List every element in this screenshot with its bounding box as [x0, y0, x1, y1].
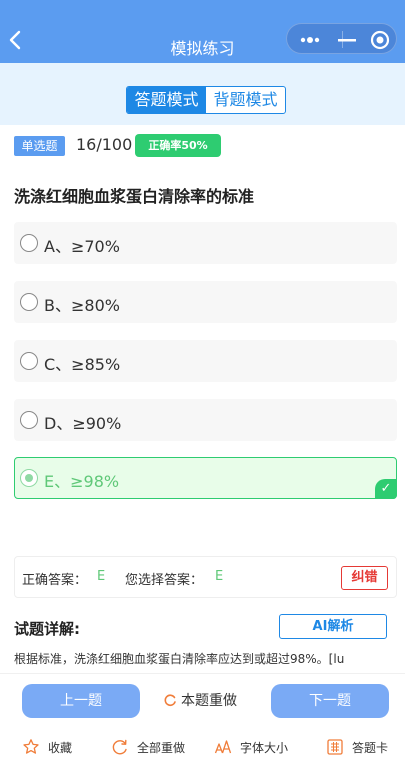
title-bar: 模拟练习 — [0, 0, 405, 63]
option-label: B、≥80% — [44, 296, 120, 315]
correct-answer-label: 正确答案： — [22, 573, 88, 588]
option-label: E、≥98% — [44, 472, 120, 491]
favorite-button[interactable]: 收藏 — [22, 737, 72, 757]
radio-icon — [20, 293, 38, 311]
prev-question-button[interactable]: 上一题 — [22, 684, 140, 718]
question-progress: 16/100 — [76, 135, 133, 154]
tab-answer-mode[interactable]: 答题模式 — [127, 87, 206, 113]
redo-all-label: 全部重做 — [137, 740, 186, 755]
question-stem: 洗涤红细胞血浆蛋白清除率的标准 — [14, 187, 255, 206]
tab-review-mode[interactable]: 背题模式 — [206, 87, 285, 113]
check-icon: ✓ — [375, 479, 397, 499]
mini-program-capsule — [286, 23, 397, 54]
answer-card-button[interactable]: 答题卡 — [326, 737, 388, 757]
radio-selected-icon — [20, 469, 38, 487]
detail-title: 试题详解: — [14, 620, 80, 638]
font-size-icon — [214, 738, 232, 756]
radio-icon — [20, 411, 38, 429]
chosen-answer-value: E — [215, 569, 224, 584]
answer-panel: 正确答案： E 您选择答案： E 纠错 — [14, 556, 397, 598]
radio-icon — [20, 352, 38, 370]
radio-icon — [20, 234, 38, 252]
font-size-label: 字体大小 — [240, 740, 289, 755]
minimize-icon[interactable] — [335, 32, 359, 46]
refresh-icon — [163, 693, 177, 707]
answer-card-label: 答题卡 — [352, 740, 389, 755]
redo-all-button[interactable]: 全部重做 — [111, 737, 185, 757]
option-label: D、≥90% — [44, 414, 122, 433]
close-circle-icon[interactable] — [369, 29, 391, 51]
option-d[interactable]: D、≥90% — [14, 399, 397, 441]
next-question-button[interactable]: 下一题 — [271, 684, 389, 718]
mode-switch: 答题模式 背题模式 — [126, 86, 286, 114]
option-label: A、≥70% — [44, 237, 120, 256]
grid-icon — [326, 738, 344, 756]
ai-analysis-button[interactable]: AI解析 — [279, 614, 387, 639]
option-label: C、≥85% — [44, 355, 121, 374]
detail-text: 根据标准，洗涤红细胞血浆蛋白清除率应达到或超过98%。[lu — [14, 652, 345, 666]
redo-question-button[interactable]: 本题重做 — [163, 690, 237, 710]
option-c[interactable]: C、≥85% — [14, 340, 397, 382]
question-type-badge: 单选题 — [14, 136, 65, 156]
correct-answer-value: E — [97, 569, 106, 584]
refresh-icon — [111, 738, 129, 756]
option-a[interactable]: A、≥70% — [14, 222, 397, 264]
redo-question-label: 本题重做 — [181, 693, 237, 709]
option-b[interactable]: B、≥80% — [14, 281, 397, 323]
favorite-label: 收藏 — [48, 740, 73, 755]
chosen-answer-label: 您选择答案： — [125, 573, 204, 588]
option-e[interactable]: E、≥98% ✓ — [14, 457, 397, 499]
accuracy-badge: 正确率50% — [135, 134, 221, 157]
font-size-button[interactable]: 字体大小 — [214, 737, 288, 757]
star-icon — [22, 738, 40, 756]
more-icon[interactable] — [299, 32, 323, 46]
report-error-button[interactable]: 纠错 — [341, 566, 388, 590]
